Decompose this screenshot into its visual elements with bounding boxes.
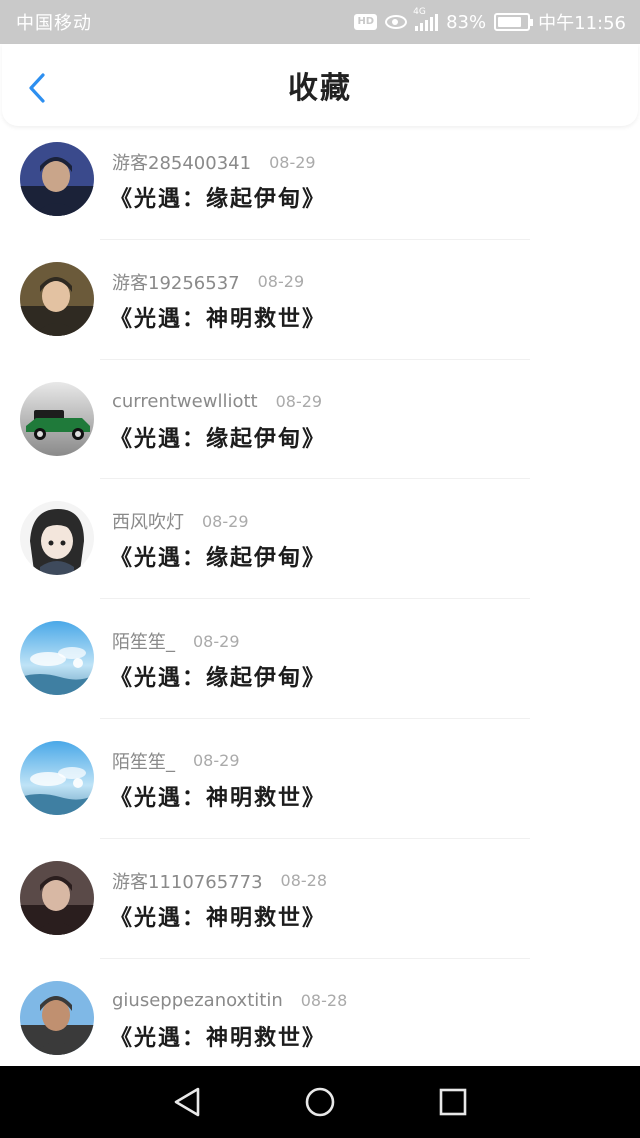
username: currentwewlliott (112, 391, 258, 413)
timestamp: 08-29 (275, 392, 323, 412)
username: giuseppezanoxtitin (112, 990, 283, 1012)
list-item[interactable]: currentwewlliott 08-29 《光遇：缘起伊甸》 (0, 366, 640, 486)
post-title[interactable]: 《光遇：神明救世》 (110, 301, 326, 333)
signal-icon: 4G (413, 7, 439, 31)
avatar[interactable] (20, 860, 94, 935)
list-item[interactable]: 游客19256537 08-29 《光遇：神明救世》 (0, 246, 640, 366)
nav-back-button[interactable] (157, 1072, 217, 1132)
status-icons: HD 4G 83% 中午11:56 (354, 7, 626, 35)
username: 游客19256537 (112, 272, 240, 294)
home-circle-icon (305, 1087, 335, 1117)
carrier-label: 中国移动 (16, 13, 92, 34)
app-header: 收藏 (2, 44, 638, 126)
avatar[interactable] (20, 142, 94, 216)
avatar[interactable] (20, 740, 94, 815)
divider (100, 478, 530, 480)
username: 西风吹灯 (112, 512, 184, 534)
list-item[interactable]: 陌笙笙_ 08-29 《光遇：神明救世》 (0, 725, 640, 845)
item-meta: 游客285400341 08-29 (112, 150, 316, 175)
divider (100, 957, 530, 959)
recents-square-icon (440, 1088, 467, 1116)
item-meta: 游客1110765773 08-28 (112, 869, 327, 893)
post-title[interactable]: 《光遇：缘起伊甸》 (110, 540, 326, 572)
avatar[interactable] (20, 261, 94, 336)
item-meta: 游客19256537 08-29 (112, 270, 304, 294)
item-meta: currentwewlliott 08-29 (112, 390, 322, 414)
list-item[interactable]: 陌笙笙_ 08-29 《光遇：缘起伊甸》 (0, 605, 640, 725)
timestamp: 08-29 (193, 751, 240, 771)
status-bar: 中国移动 HD 4G 83% 中午11:56 (0, 0, 640, 44)
divider (100, 358, 530, 360)
network-type-label: 4G (413, 7, 426, 17)
timestamp: 08-28 (280, 871, 328, 891)
divider (100, 598, 530, 600)
nav-home-button[interactable] (290, 1072, 350, 1132)
username: 游客1110765773 (112, 871, 263, 893)
username: 游客285400341 (112, 153, 252, 174)
clock: 中午11:56 (538, 13, 626, 34)
battery-percent: 83% (446, 11, 487, 33)
timestamp: 08-28 (300, 991, 348, 1011)
eye-comfort-icon (385, 15, 408, 29)
back-button[interactable] (22, 70, 52, 106)
favorites-list: 游客285400341 08-29 《光遇：缘起伊甸》 游客19256537 08-29… (0, 126, 640, 1084)
hd-icon: HD (354, 14, 378, 30)
timestamp: 08-29 (202, 511, 249, 531)
nav-recents-button[interactable] (423, 1072, 483, 1132)
divider (100, 837, 530, 839)
item-meta: 陌笙笙_ 08-29 (112, 749, 240, 773)
avatar[interactable] (20, 381, 94, 456)
battery-icon (494, 13, 534, 31)
post-title[interactable]: 《光遇：缘起伊甸》 (110, 181, 326, 213)
item-meta: giuseppezanoxtitin 08-28 (112, 989, 347, 1013)
page-title: 收藏 (288, 71, 352, 106)
divider (100, 717, 530, 719)
list-item[interactable]: 游客1110765773 08-28 《光遇：神明救世》 (0, 845, 640, 965)
post-title[interactable]: 《光遇：神明救世》 (110, 780, 326, 812)
post-title[interactable]: 《光遇：缘起伊甸》 (110, 421, 326, 453)
item-meta: 西风吹灯 08-29 (112, 509, 249, 534)
timestamp: 08-29 (193, 631, 240, 651)
username: 陌笙笙_ (112, 751, 175, 773)
timestamp: 08-29 (269, 152, 316, 172)
post-title[interactable]: 《光遇：神明救世》 (110, 900, 326, 932)
post-title[interactable]: 《光遇：神明救世》 (110, 1020, 326, 1052)
chevron-left-icon (29, 73, 45, 103)
avatar[interactable] (20, 980, 94, 1055)
avatar[interactable] (20, 501, 94, 576)
divider (100, 238, 530, 240)
list-item[interactable]: 西风吹灯 08-29 《光遇：缘起伊甸》 (0, 485, 640, 605)
list-item[interactable]: 游客285400341 08-29 《光遇：缘起伊甸》 (0, 126, 640, 246)
avatar[interactable] (20, 621, 94, 696)
system-nav-bar (0, 1066, 640, 1138)
post-title[interactable]: 《光遇：缘起伊甸》 (110, 660, 326, 692)
item-meta: 陌笙笙_ 08-29 (112, 629, 240, 654)
username: 陌笙笙_ (112, 632, 175, 654)
timestamp: 08-29 (257, 272, 305, 292)
back-triangle-icon (174, 1087, 199, 1117)
